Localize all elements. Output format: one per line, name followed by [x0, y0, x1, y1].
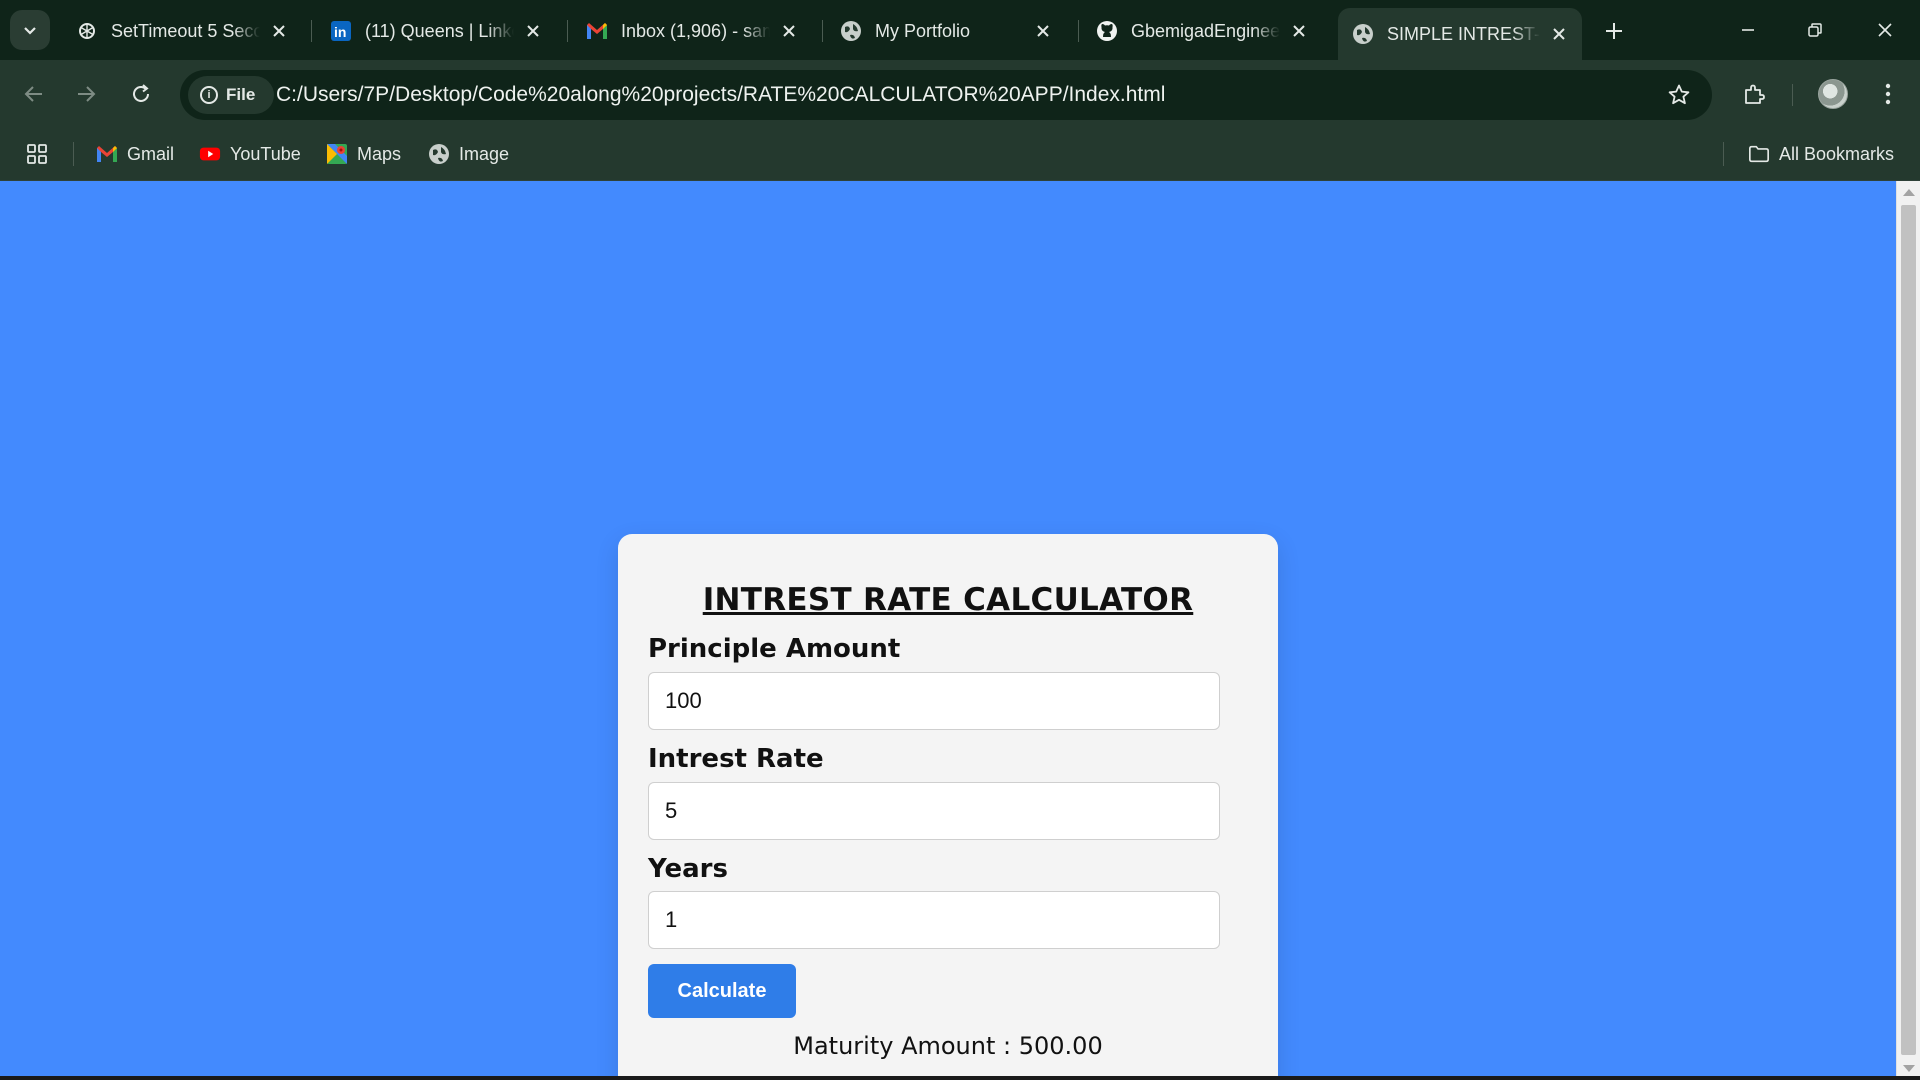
bookmark-image[interactable]: Image: [428, 140, 509, 168]
tab-github[interactable]: GbemigadEngineer: [1082, 8, 1322, 54]
years-label: Years: [648, 854, 728, 884]
tab-search-button[interactable]: [10, 10, 50, 50]
profile-button[interactable]: [1813, 74, 1853, 114]
bookmark-label: YouTube: [230, 143, 301, 164]
extensions-button[interactable]: [1734, 74, 1774, 114]
toolbar-divider: [1792, 84, 1793, 106]
bookmarks-separator: [1723, 142, 1724, 166]
reload-icon: [133, 84, 149, 102]
browser-menu-button[interactable]: [1868, 74, 1908, 114]
scroll-down-arrow-icon[interactable]: [1903, 1065, 1915, 1072]
forward-button[interactable]: [66, 74, 106, 114]
all-bookmarks-button[interactable]: All Bookmarks: [1748, 140, 1894, 168]
bookmark-label: Image: [459, 143, 510, 164]
bookmark-maps[interactable]: Maps: [326, 140, 401, 168]
maturity-amount-result: Maturity Amount : 500.00: [793, 1032, 1103, 1060]
tab-title: (11) Queens | LinkedIn: [365, 20, 514, 41]
page-scrollbar[interactable]: [1896, 181, 1920, 1080]
gmail-icon: [586, 20, 608, 42]
close-icon[interactable]: [776, 18, 802, 44]
years-input[interactable]: [648, 891, 1220, 949]
maps-icon: [326, 143, 348, 165]
close-window-button[interactable]: [1862, 10, 1908, 50]
apps-button[interactable]: [26, 140, 48, 168]
bookmarks-bar: Gmail YouTube Maps Image All Bookmarks: [0, 128, 1920, 181]
tab-separator: [311, 20, 312, 42]
page-title: INTREST RATE CALCULATOR: [702, 582, 1194, 618]
github-icon: [1096, 20, 1118, 42]
globe-icon: [840, 20, 862, 42]
globe-icon: [428, 143, 450, 165]
scroll-up-arrow-icon[interactable]: [1903, 189, 1915, 196]
back-button[interactable]: [14, 74, 54, 114]
info-icon: i: [200, 86, 218, 104]
close-icon[interactable]: [266, 18, 292, 44]
new-tab-button[interactable]: [1597, 14, 1631, 48]
more-vert-icon: [1885, 83, 1891, 105]
plus-icon: [1606, 23, 1622, 39]
arrow-left-icon: [24, 86, 42, 102]
bookmark-youtube[interactable]: YouTube: [199, 140, 301, 168]
page-viewport: INTREST RATE CALCULATOR Principle Amount…: [0, 181, 1896, 1080]
browser-toolbar: i File C:/Users/7P/Desktop/Code%20along%…: [0, 60, 1920, 128]
bookmark-gmail[interactable]: Gmail: [96, 140, 174, 168]
tab-title: My Portfolio: [875, 20, 971, 41]
minimize-button[interactable]: [1725, 10, 1771, 50]
tab-gmail-inbox[interactable]: Inbox (1,906) - sam: [572, 8, 812, 54]
bookmark-label: Maps: [357, 143, 402, 164]
scrollbar-thumb[interactable]: [1901, 205, 1916, 1055]
url-text[interactable]: C:/Users/7P/Desktop/Code%20along%20proje…: [276, 83, 1165, 107]
interest-rate-label: Intrest Rate: [648, 744, 824, 774]
tab-simple-interest-active[interactable]: SIMPLE INTREST-RATE: [1338, 8, 1582, 60]
window-bottom-edge: [0, 1076, 1920, 1080]
all-bookmarks-label: All Bookmarks: [1779, 143, 1895, 164]
close-icon[interactable]: [1286, 18, 1312, 44]
openai-icon: [76, 20, 98, 42]
site-info-chip[interactable]: i File: [188, 76, 274, 114]
tab-my-portfolio[interactable]: My Portfolio: [826, 8, 1066, 54]
close-icon[interactable]: [520, 18, 546, 44]
principal-amount-label: Principle Amount: [648, 634, 901, 664]
tab-title: Inbox (1,906) - sam: [621, 20, 770, 41]
bookmark-star-button[interactable]: [1666, 82, 1692, 108]
interest-rate-input[interactable]: [648, 782, 1220, 840]
minimize-icon: [1742, 29, 1754, 31]
arrow-right-icon: [78, 86, 96, 102]
tab-separator: [1078, 20, 1079, 42]
bookmark-label: Gmail: [127, 143, 175, 164]
tab-linkedin[interactable]: in (11) Queens | LinkedIn: [316, 8, 556, 54]
tab-title: SetTimeout 5 Seconds: [111, 20, 260, 41]
puzzle-icon: [1745, 84, 1765, 104]
tab-title: GbemigadEngineer: [1131, 20, 1280, 41]
close-icon: [1878, 23, 1892, 37]
calculator-card: INTREST RATE CALCULATOR Principle Amount…: [618, 534, 1278, 1080]
tab-settimeout[interactable]: SetTimeout 5 Seconds: [62, 8, 302, 54]
tab-separator: [822, 20, 823, 42]
youtube-icon: [199, 143, 221, 165]
linkedin-icon: in: [330, 20, 352, 42]
star-icon: [1668, 84, 1690, 105]
bookmarks-separator: [73, 142, 74, 166]
gmail-icon: [96, 143, 118, 165]
svg-text:in: in: [334, 24, 346, 40]
restore-button[interactable]: [1792, 10, 1838, 50]
restore-icon: [1808, 23, 1822, 37]
tab-separator: [567, 20, 568, 42]
calculate-button[interactable]: Calculate: [648, 964, 796, 1018]
reload-button[interactable]: [121, 74, 161, 114]
globe-icon: [1352, 23, 1374, 45]
site-chip-label: File: [226, 85, 256, 104]
folder-icon: [1748, 143, 1770, 165]
chevron-down-icon: [24, 27, 36, 35]
address-bar[interactable]: i File C:/Users/7P/Desktop/Code%20along%…: [180, 70, 1712, 120]
tab-strip: SetTimeout 5 Seconds in (11) Queens | Li…: [0, 0, 1920, 60]
principal-amount-input[interactable]: [648, 672, 1220, 730]
avatar: [1818, 79, 1848, 109]
tab-title: SIMPLE INTREST-RATE: [1387, 23, 1540, 44]
close-icon[interactable]: [1546, 21, 1572, 47]
close-icon[interactable]: [1030, 18, 1056, 44]
apps-grid-icon: [27, 144, 47, 164]
